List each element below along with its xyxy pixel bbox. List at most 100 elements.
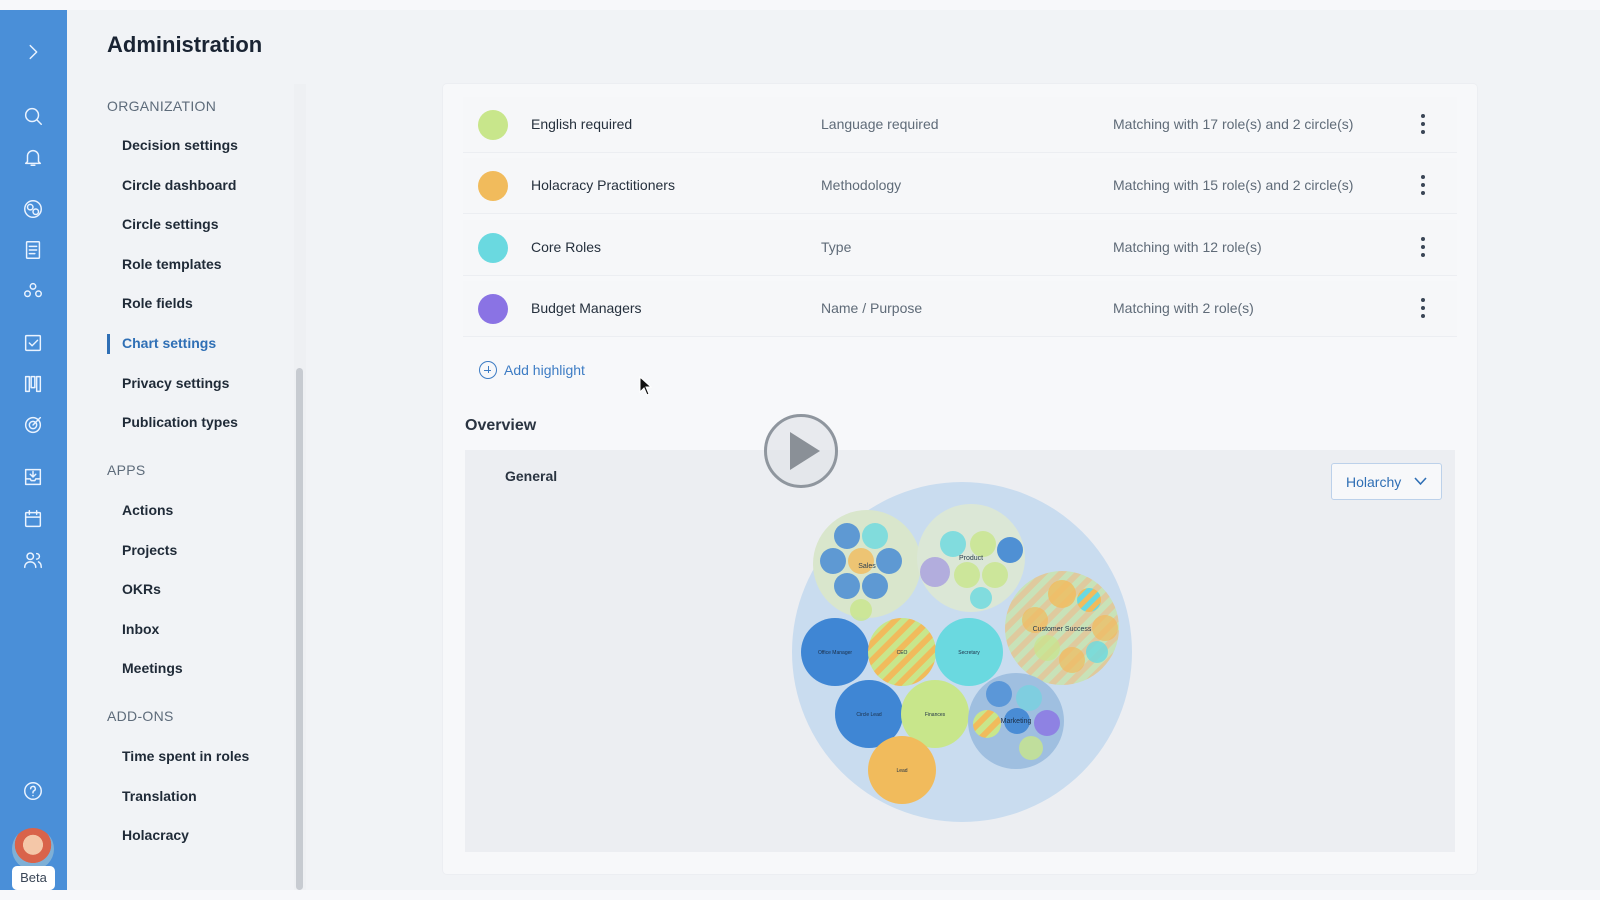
nav-item-privacy-settings[interactable]: Privacy settings xyxy=(122,375,229,391)
chart-type-select[interactable]: Holarchy xyxy=(1331,463,1442,500)
avatar[interactable] xyxy=(12,828,54,870)
highlight-name: Budget Managers xyxy=(531,300,642,316)
nav-section-organization: ORGANIZATION xyxy=(107,98,217,114)
role-bubble[interactable] xyxy=(954,562,980,588)
role-bubble[interactable] xyxy=(834,573,860,599)
document-icon[interactable] xyxy=(19,236,47,264)
highlight-match: Matching with 15 role(s) and 2 circle(s) xyxy=(1113,177,1354,193)
circle-label-circle-lead: Circle Lead xyxy=(856,712,882,718)
general-label: General xyxy=(505,468,558,484)
more-options-icon[interactable] xyxy=(1413,111,1433,137)
highlight-field: Language required xyxy=(821,116,939,132)
nav-section-apps: APPS xyxy=(107,462,146,478)
highlight-row[interactable]: Budget Managers Name / Purpose Matching … xyxy=(463,281,1457,337)
role-bubble[interactable] xyxy=(940,531,966,557)
role-bubble[interactable] xyxy=(1086,641,1108,663)
beta-badge: Beta xyxy=(12,866,55,890)
role-bubble[interactable] xyxy=(834,523,860,549)
play-video-button[interactable] xyxy=(764,414,838,488)
role-bubble[interactable] xyxy=(970,587,992,609)
page-title: Administration xyxy=(107,32,263,57)
highlight-color-dot xyxy=(478,294,508,324)
nav-item-chart-settings[interactable]: Chart settings xyxy=(122,335,216,351)
highlight-match: Matching with 12 role(s) xyxy=(1113,239,1262,255)
window-top-strip xyxy=(0,0,1600,10)
kanban-icon[interactable] xyxy=(19,370,47,398)
highlight-color-dot xyxy=(478,233,508,263)
role-bubble[interactable] xyxy=(862,573,888,599)
role-bubble[interactable] xyxy=(820,548,846,574)
nav-item-circle-dashboard[interactable]: Circle dashboard xyxy=(122,177,236,193)
nav-item-inbox[interactable]: Inbox xyxy=(122,621,159,637)
highlight-row[interactable]: Core Roles Type Matching with 12 role(s) xyxy=(463,220,1457,276)
add-highlight-button[interactable]: Add highlight xyxy=(479,361,585,379)
role-bubble[interactable] xyxy=(1077,588,1101,612)
highlight-field: Methodology xyxy=(821,177,902,193)
circle-label-marketing: Marketing xyxy=(1001,718,1032,725)
circle-label-ceo: CEO xyxy=(897,650,908,656)
more-options-icon[interactable] xyxy=(1413,234,1433,260)
role-bubble[interactable] xyxy=(850,599,872,621)
circle-label-office-manager: Office Manager xyxy=(818,650,852,656)
role-bubble[interactable] xyxy=(973,710,1001,738)
nav-item-holacracy[interactable]: Holacracy xyxy=(122,827,189,843)
checkbox-icon[interactable] xyxy=(19,329,47,357)
people-circle-icon[interactable] xyxy=(19,277,47,305)
highlight-name: Holacracy Practitioners xyxy=(531,177,675,193)
circle-label-lead: Lead xyxy=(896,768,907,774)
role-bubble[interactable] xyxy=(1016,685,1042,711)
nav-item-okrs[interactable]: OKRs xyxy=(122,581,161,597)
chevron-right-icon[interactable] xyxy=(19,38,47,66)
role-bubble[interactable] xyxy=(1034,635,1060,661)
role-bubble[interactable] xyxy=(920,557,950,587)
nav-section-add-ons: ADD-ONS xyxy=(107,708,174,724)
role-bubble[interactable] xyxy=(876,548,902,574)
highlight-row[interactable]: English required Language required Match… xyxy=(463,97,1457,153)
nav-item-translation[interactable]: Translation xyxy=(122,788,197,804)
role-bubble[interactable] xyxy=(1048,580,1076,608)
circle-label-finances: Finances xyxy=(925,712,946,718)
role-bubble[interactable] xyxy=(1092,615,1118,641)
role-bubble[interactable] xyxy=(986,681,1012,707)
nav-item-projects[interactable]: Projects xyxy=(122,542,177,558)
role-bubble[interactable] xyxy=(982,562,1008,588)
nav-item-actions[interactable]: Actions xyxy=(122,502,173,518)
more-options-icon[interactable] xyxy=(1413,172,1433,198)
bell-icon[interactable] xyxy=(19,143,47,171)
role-bubble[interactable] xyxy=(848,548,874,574)
target-icon[interactable] xyxy=(19,411,47,439)
icon-rail: Beta xyxy=(0,10,67,890)
nav-scrollbar-thumb[interactable] xyxy=(296,368,303,890)
users-icon[interactable] xyxy=(19,546,47,574)
role-bubble[interactable] xyxy=(997,537,1023,563)
circle-label-sales: Sales xyxy=(858,563,876,570)
overview-title: Overview xyxy=(465,417,537,434)
circle-label-customer-success: Customer Success xyxy=(1033,626,1092,633)
help-icon[interactable] xyxy=(19,777,47,805)
nav-item-role-fields[interactable]: Role fields xyxy=(122,295,193,311)
inbox-icon[interactable] xyxy=(19,463,47,491)
circle-org-chart[interactable]: Sales Product Customer Success Office Ma… xyxy=(785,480,1135,825)
more-options-icon[interactable] xyxy=(1413,295,1433,321)
nav-item-decision-settings[interactable]: Decision settings xyxy=(122,137,238,153)
globe-icon[interactable] xyxy=(19,195,47,223)
window-bottom-strip xyxy=(0,890,1600,900)
chart-type-select-value: Holarchy xyxy=(1346,473,1402,490)
search-icon[interactable] xyxy=(19,102,47,130)
highlight-name: English required xyxy=(531,116,633,132)
role-bubble[interactable] xyxy=(970,531,996,557)
highlight-field: Type xyxy=(821,239,852,255)
role-bubble[interactable] xyxy=(1059,647,1085,673)
nav-item-publication-types[interactable]: Publication types xyxy=(122,414,238,430)
highlight-row[interactable]: Holacracy Practitioners Methodology Matc… xyxy=(463,158,1457,214)
nav-item-role-templates[interactable]: Role templates xyxy=(122,256,222,272)
role-bubble[interactable] xyxy=(862,523,888,549)
role-bubble[interactable] xyxy=(1034,710,1060,736)
nav-item-time-spent-in-roles[interactable]: Time spent in roles xyxy=(122,748,249,764)
calendar-icon[interactable] xyxy=(19,505,47,533)
nav-item-meetings[interactable]: Meetings xyxy=(122,660,183,676)
circle-label-secretary: Secretary xyxy=(958,650,980,656)
role-bubble[interactable] xyxy=(1019,736,1043,760)
chevron-down-icon xyxy=(1414,477,1427,486)
nav-item-circle-settings[interactable]: Circle settings xyxy=(122,216,218,232)
